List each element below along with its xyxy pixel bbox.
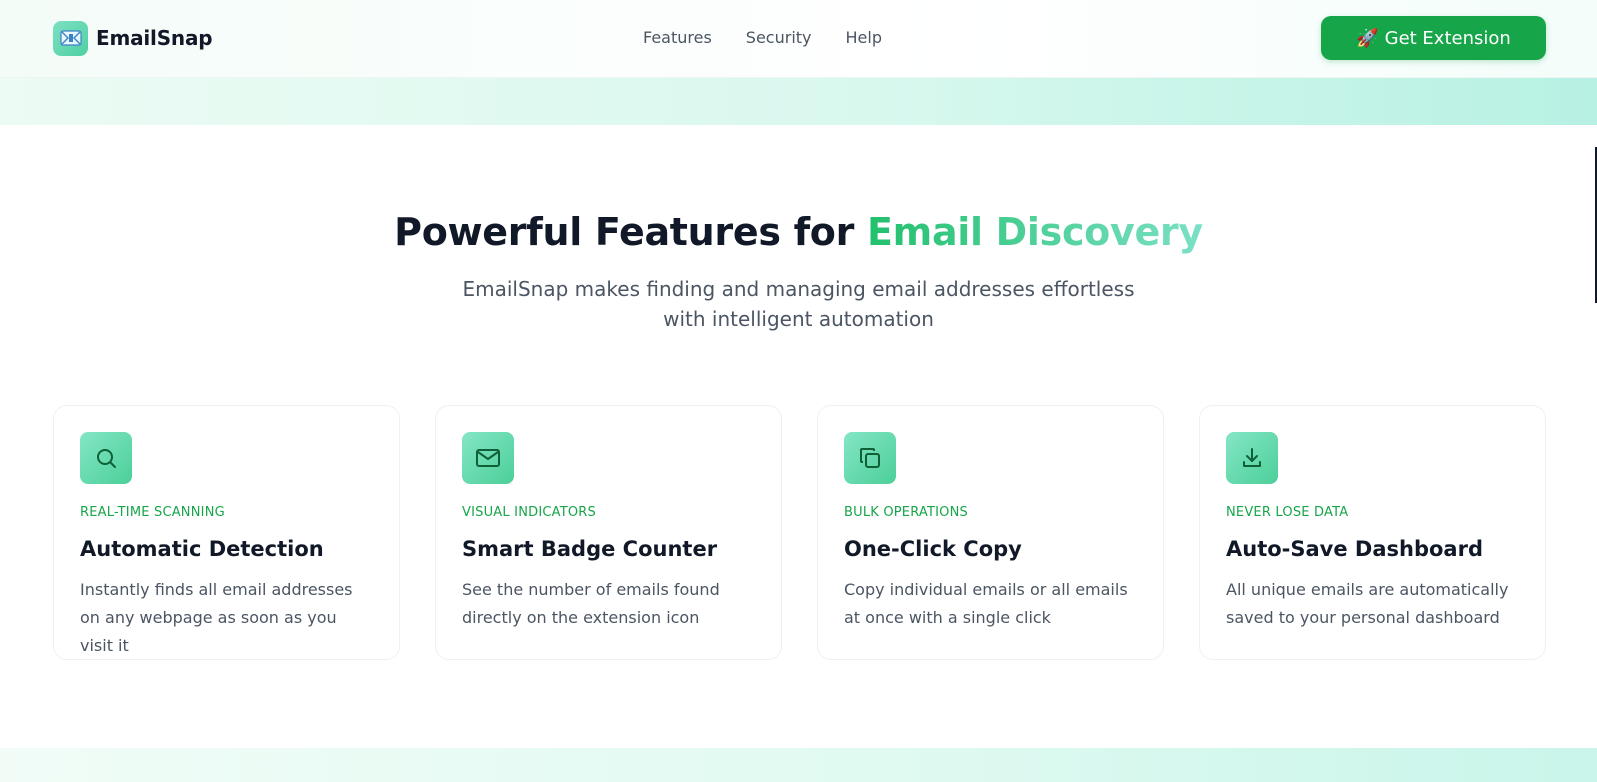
feature-tag: VISUAL INDICATORS [462,505,596,520]
feature-description: See the number of emails found directly … [462,580,720,627]
search-icon [80,432,132,484]
hero-section-edge [0,78,1597,125]
main-nav: Features Security Help [643,26,882,50]
feature-title: Auto-Save Dashboard [1226,537,1483,561]
feature-tag: NEVER LOSE DATA [1226,505,1349,520]
features-title: Powerful Features for Email Discovery [0,210,1597,254]
feature-tag: REAL-TIME SCANNING [80,505,225,520]
features-subtitle: EmailSnap makes finding and managing ema… [462,277,1135,331]
copy-icon [844,432,896,484]
features-title-main: Powerful Features for [394,210,855,254]
feature-title: Smart Badge Counter [462,537,718,561]
email-extension-logo-icon [53,20,88,56]
get-extension-label: Get Extension [1384,27,1511,49]
feature-description: Copy individual emails or all emails at … [844,580,1128,627]
download-icon [1226,432,1278,484]
feature-card: BULK OPERATIONS One-Click Copy Copy indi… [817,405,1164,660]
feature-title: One-Click Copy [844,537,1022,561]
brand-link[interactable]: EmailSnap [53,20,213,56]
feature-cards: REAL-TIME SCANNING Automatic Detection I… [53,405,1546,660]
feature-tag: BULK OPERATIONS [844,505,968,520]
site-header: EmailSnap Features Security Help 🚀 Get E… [0,0,1597,78]
brand-name: EmailSnap [96,26,213,50]
feature-card: NEVER LOSE DATA Auto-Save Dashboard All … [1199,405,1546,660]
nav-link-features[interactable]: Features [643,26,712,50]
rocket-icon: 🚀 [1356,27,1379,49]
feature-description: All unique emails are automatically save… [1226,580,1509,627]
feature-description: Instantly finds all email addresses on a… [80,580,353,655]
nav-link-security[interactable]: Security [746,26,812,50]
next-section-edge [0,748,1597,782]
mail-icon [462,432,514,484]
features-title-accent: Email Discovery [866,210,1203,254]
get-extension-button[interactable]: 🚀 Get Extension [1321,16,1546,60]
feature-title: Automatic Detection [80,537,324,561]
nav-link-help[interactable]: Help [846,26,882,50]
feature-card: REAL-TIME SCANNING Automatic Detection I… [53,405,400,660]
feature-card: VISUAL INDICATORS Smart Badge Counter Se… [435,405,782,660]
